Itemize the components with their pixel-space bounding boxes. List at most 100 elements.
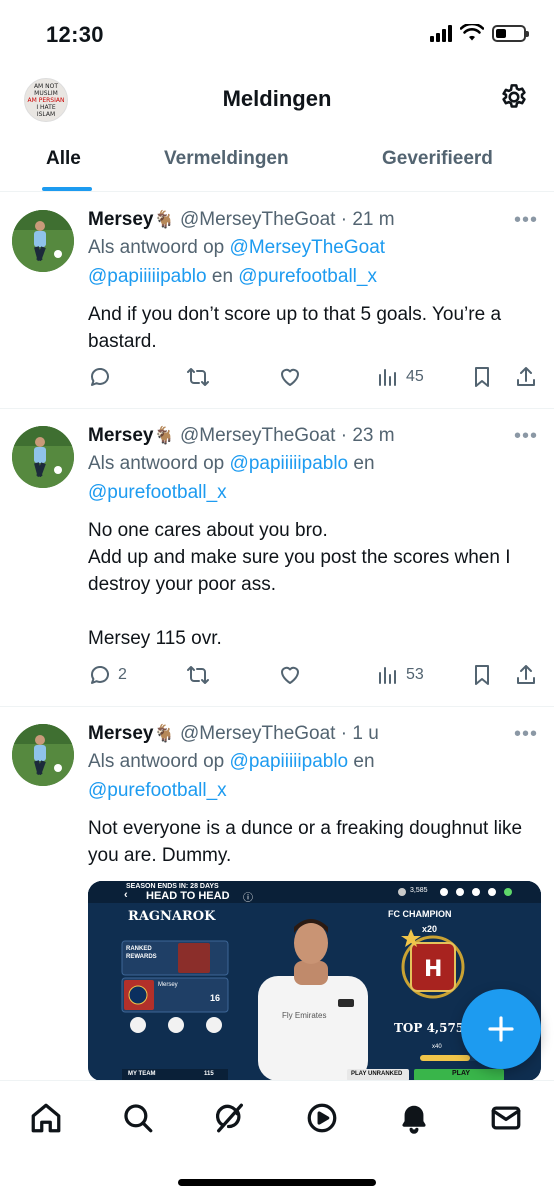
tweet-text: Not everyone is a dunce or a freaking do… (88, 818, 523, 866)
author-name[interactable]: Mersey (88, 425, 154, 446)
cellular-signal-icon (430, 24, 452, 42)
settings-gear-icon[interactable] (498, 82, 530, 114)
tweet-text: And if you don’t score up to that 5 goal… (88, 304, 502, 352)
messages-icon (491, 1106, 521, 1130)
mention-link[interactable]: @papiiiiipablo (230, 751, 349, 772)
tab-alle[interactable]: Alle (46, 148, 81, 170)
season-ends-label: SEASON ENDS IN: 28 DAYS (126, 883, 219, 890)
top-rank: TOP 4,575 (394, 1021, 465, 1035)
badge-count: x40 (432, 1044, 442, 1050)
mode-title: HEAD TO HEAD (146, 890, 230, 902)
status-bar: 12:30 (0, 0, 554, 70)
nav-notifications[interactable] (397, 1101, 431, 1135)
tweet-header: Mersey🐐 @MerseyTheGoat · 23 m ••• (88, 423, 538, 449)
my-team-ovr: 115 (204, 1071, 214, 1077)
wifi-icon (460, 24, 484, 41)
author-avatar[interactable] (12, 724, 74, 786)
view-count: 53 (406, 666, 424, 683)
mention-link[interactable]: @papiiiiipablo (230, 453, 349, 474)
author-avatar[interactable] (12, 210, 74, 272)
bookmark-icon (475, 367, 489, 387)
mention-link[interactable]: @papiiiiipablo (88, 266, 207, 287)
tweet-content: Mersey🐐 @MerseyTheGoat · 21 m ••• Als an… (88, 207, 538, 355)
heart-icon (281, 666, 299, 684)
play-button[interactable]: PLAY (452, 1070, 470, 1077)
tweet-header: Mersey🐐 @MerseyTheGoat · 1 u ••• (88, 721, 538, 747)
tweet-content: Mersey🐐 @MerseyTheGoat · 23 m ••• Als an… (88, 423, 538, 652)
search-icon (124, 1104, 153, 1133)
more-options-icon[interactable]: ••• (514, 207, 538, 233)
reply-button[interactable] (88, 365, 118, 389)
author-handle[interactable]: @MerseyTheGoat (180, 425, 336, 446)
tweet-item[interactable]: Mersey🐐 @MerseyTheGoat · 23 m ••• Als an… (0, 409, 554, 707)
page-title: Meldingen (222, 86, 332, 111)
like-button[interactable] (278, 365, 302, 389)
tweet-actions: 2 53 (88, 663, 538, 693)
home-icon (31, 1103, 61, 1133)
tweet-content: Mersey🐐 @MerseyTheGoat · 1 u ••• Als ant… (88, 721, 538, 869)
mention-link[interactable]: @purefootball_x (238, 266, 377, 287)
tweet-header: Mersey🐐 @MerseyTheGoat · 21 m ••• (88, 207, 538, 233)
retweet-button[interactable] (186, 365, 210, 389)
view-count: 45 (406, 368, 424, 385)
compose-tweet-button[interactable] (461, 989, 541, 1069)
nav-home[interactable] (29, 1101, 63, 1135)
author-handle[interactable]: @MerseyTheGoat (180, 723, 336, 744)
video-icon (307, 1103, 337, 1133)
ranked-rewards-label: RANKED REWARDS (126, 946, 157, 960)
author-name[interactable]: Mersey (88, 209, 154, 230)
notification-tabs: Alle Vermeldingen Geverifieerd (0, 136, 554, 192)
tab-vermeldingen[interactable]: Vermeldingen (164, 148, 289, 170)
mention-link[interactable]: @MerseyTheGoat (230, 237, 386, 258)
champion-count: x20 (422, 924, 438, 934)
champion-label: FC CHAMPION (388, 909, 452, 919)
reply-icon (90, 666, 109, 684)
battery-icon (492, 24, 529, 42)
reply-and: en (211, 266, 234, 287)
reply-and: en (353, 751, 375, 772)
my-team-label: MY TEAM (128, 1071, 156, 1077)
play-unranked-button[interactable]: PLAY UNRANKED (351, 1071, 402, 1077)
views-chart-icon (379, 369, 396, 386)
reply-context: Als antwoord op @MerseyTheGoat @papiiiii… (88, 233, 538, 291)
more-options-icon[interactable]: ••• (514, 721, 538, 747)
author-name[interactable]: Mersey (88, 723, 154, 744)
reply-count: 2 (118, 666, 127, 683)
player-name-label: Mersey (158, 982, 178, 988)
like-button[interactable] (278, 663, 302, 687)
svg-text:H: H (424, 957, 442, 982)
reply-button[interactable]: 2 (88, 663, 127, 687)
status-time: 12:30 (46, 22, 104, 47)
info-icon[interactable]: ⓘ (243, 889, 253, 904)
share-button[interactable] (514, 365, 538, 389)
tweet-time: 21 m (352, 209, 395, 230)
nav-grok[interactable] (213, 1101, 247, 1135)
goat-emoji: 🐐 (153, 724, 175, 743)
retweet-icon (187, 368, 209, 386)
reply-icon (90, 368, 109, 386)
status-icons (430, 24, 529, 42)
views-button[interactable]: 53 (376, 663, 424, 687)
tweet-actions: 45 (88, 365, 538, 395)
more-options-icon[interactable]: ••• (514, 423, 538, 449)
author-handle[interactable]: @MerseyTheGoat (180, 209, 336, 230)
nav-video[interactable] (305, 1101, 339, 1135)
mention-link[interactable]: @purefootball_x (88, 482, 227, 503)
nav-messages[interactable] (489, 1101, 523, 1135)
player-count: 16 (210, 993, 221, 1003)
grok-icon (215, 1103, 243, 1133)
tweet-time: 23 m (352, 425, 395, 446)
tweet-item[interactable]: Mersey🐐 @MerseyTheGoat · 21 m ••• Als an… (0, 193, 554, 409)
back-chevron-icon[interactable]: ‹ (124, 889, 128, 901)
share-icon (517, 665, 535, 684)
retweet-button[interactable] (186, 663, 210, 687)
reply-context: Als antwoord op @papiiiiipablo en @puref… (88, 449, 538, 507)
bookmark-button[interactable] (470, 663, 494, 687)
mention-link[interactable]: @purefootball_x (88, 780, 227, 801)
bookmark-button[interactable] (470, 365, 494, 389)
nav-search[interactable] (121, 1101, 155, 1135)
tab-geverifieerd[interactable]: Geverifieerd (382, 148, 493, 170)
views-button[interactable]: 45 (376, 365, 424, 389)
share-button[interactable] (514, 663, 538, 687)
author-avatar[interactable] (12, 426, 74, 488)
